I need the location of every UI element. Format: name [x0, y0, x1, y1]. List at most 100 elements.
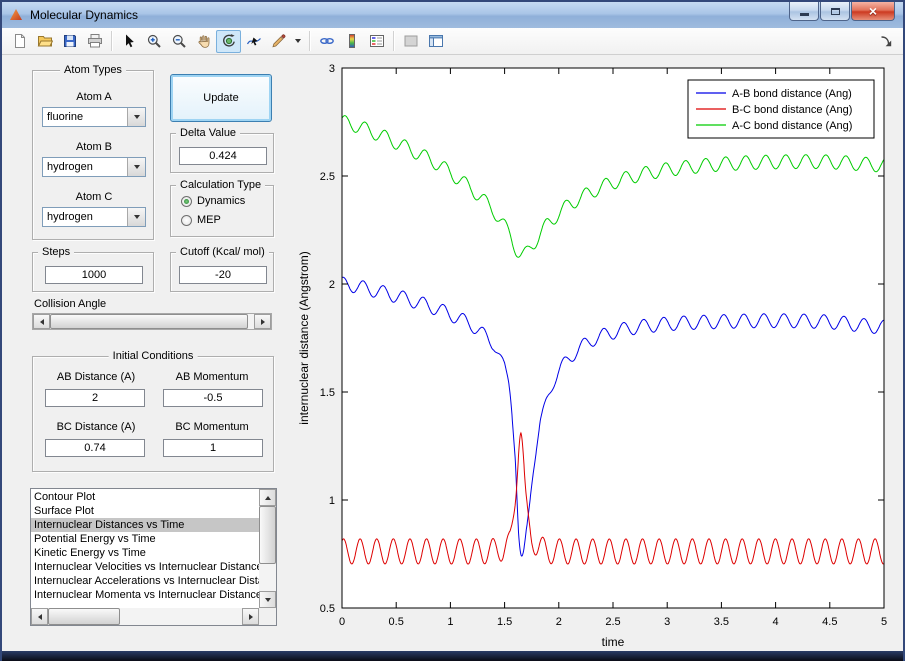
insert-legend-button[interactable]: [364, 30, 389, 53]
list-item[interactable]: Contour Plot: [31, 490, 259, 504]
delta-value-panel: Delta Value: [170, 133, 274, 173]
scroll-left-button[interactable]: [31, 608, 48, 625]
pan-icon: [196, 33, 212, 49]
plot-type-list[interactable]: Contour PlotSurface PlotInternuclear Dis…: [30, 488, 277, 626]
list-item[interactable]: Potential Energy vs Time: [31, 532, 259, 546]
list-item[interactable]: Internuclear Velocities vs Internuclear …: [31, 560, 259, 574]
brush-icon: [271, 33, 287, 49]
update-button[interactable]: Update: [170, 74, 272, 122]
svg-text:A-C bond distance (Ang): A-C bond distance (Ang): [732, 120, 852, 132]
chevron-down-icon: [134, 165, 140, 169]
ab-distance-input[interactable]: [45, 389, 145, 407]
list-item[interactable]: Internuclear Accelerations vs Internucle…: [31, 574, 259, 588]
list-vertical-scrollbar[interactable]: [259, 489, 276, 608]
figure-toolbar: [2, 28, 903, 55]
steps-input[interactable]: [45, 266, 143, 284]
show-plot-tools-button[interactable]: [423, 30, 448, 53]
arrow-up-icon: [265, 496, 271, 500]
scroll-down-button[interactable]: [259, 591, 276, 608]
rotate-3d-button[interactable]: [216, 30, 241, 53]
figure-canvas: Atom Types Atom A fluorine Atom B hydrog…: [2, 55, 903, 651]
brush-button[interactable]: [266, 30, 291, 53]
dock-figure-button[interactable]: [873, 30, 898, 53]
vertical-scroll-thumb[interactable]: [259, 506, 276, 564]
ab-momentum-label: AB Momentum: [157, 371, 267, 383]
pointer-button[interactable]: [116, 30, 141, 53]
svg-text:0: 0: [339, 616, 345, 628]
atom-c-label: Atom C: [33, 191, 155, 203]
list-item[interactable]: Kinetic Energy vs Time: [31, 546, 259, 560]
save-button[interactable]: [57, 30, 82, 53]
maximize-icon: [831, 8, 840, 15]
show-plot-tools-icon: [428, 33, 444, 49]
slider-right-button[interactable]: [254, 314, 271, 329]
svg-text:2: 2: [329, 279, 335, 291]
list-item[interactable]: Internuclear Distances vs Time: [31, 518, 259, 532]
close-button[interactable]: ×: [851, 2, 895, 21]
scroll-up-button[interactable]: [259, 489, 276, 506]
svg-text:internuclear distance (Angstro: internuclear distance (Angstrom): [297, 251, 311, 424]
cutoff-input[interactable]: [179, 266, 267, 284]
plot-type-list-items: Contour PlotSurface PlotInternuclear Dis…: [31, 490, 259, 608]
ab-distance-label: AB Distance (A): [41, 371, 151, 383]
list-horizontal-scrollbar[interactable]: [31, 608, 259, 625]
zoom-out-button[interactable]: [166, 30, 191, 53]
link-plot-button[interactable]: [314, 30, 339, 53]
bc-momentum-input[interactable]: [163, 439, 263, 457]
window-title: Molecular Dynamics: [30, 8, 138, 22]
radio-icon: [181, 196, 192, 207]
toolbar-separator: [393, 31, 394, 51]
scrollbar-corner: [259, 608, 276, 625]
minimize-button[interactable]: [789, 2, 819, 21]
data-cursor-button[interactable]: [241, 30, 266, 53]
svg-text:3: 3: [329, 63, 335, 75]
bc-distance-input[interactable]: [45, 439, 145, 457]
window-titlebar[interactable]: Molecular Dynamics ×: [2, 2, 903, 28]
svg-text:A-B bond distance (Ang): A-B bond distance (Ang): [732, 88, 852, 100]
atom-a-dropdown-button[interactable]: [127, 108, 145, 126]
atom-types-panel: Atom Types Atom A fluorine Atom B hydrog…: [32, 70, 154, 240]
chevron-down-icon: [134, 215, 140, 219]
bc-momentum-label: BC Momentum: [157, 421, 267, 433]
atom-b-select[interactable]: hydrogen: [42, 157, 146, 177]
atom-a-select[interactable]: fluorine: [42, 107, 146, 127]
slider-left-button[interactable]: [33, 314, 50, 329]
dynamics-radio[interactable]: Dynamics: [181, 195, 245, 207]
open-file-button[interactable]: [32, 30, 57, 53]
insert-legend-icon: [369, 33, 385, 49]
list-item[interactable]: Internuclear Momenta vs Internuclear Dis…: [31, 588, 259, 602]
collision-angle-label: Collision Angle: [34, 298, 106, 310]
pan-button[interactable]: [191, 30, 216, 53]
rotate-3d-icon: [221, 33, 237, 49]
mep-radio[interactable]: MEP: [181, 214, 221, 226]
list-item[interactable]: Surface Plot: [31, 504, 259, 518]
collision-angle-slider[interactable]: [32, 313, 272, 330]
save-icon: [62, 33, 78, 49]
hide-plot-tools-icon: [403, 33, 419, 49]
insert-colorbar-button[interactable]: [339, 30, 364, 53]
delta-value-input[interactable]: [179, 147, 267, 165]
plot-area[interactable]: 00.511.522.533.544.550.511.522.53timeint…: [294, 58, 904, 650]
chevron-down-icon: [134, 115, 140, 119]
brush-dropdown-button[interactable]: [291, 29, 305, 54]
hide-plot-tools-button[interactable]: [398, 30, 423, 53]
svg-text:2.5: 2.5: [605, 616, 620, 628]
atom-c-dropdown-button[interactable]: [127, 208, 145, 226]
steps-panel: Steps: [32, 252, 154, 292]
svg-text:0.5: 0.5: [389, 616, 404, 628]
svg-text:1: 1: [447, 616, 453, 628]
new-file-button[interactable]: [7, 30, 32, 53]
atom-c-select[interactable]: hydrogen: [42, 207, 146, 227]
atom-c-value: hydrogen: [43, 208, 127, 226]
scroll-right-button[interactable]: [242, 608, 259, 625]
slider-thumb[interactable]: [50, 314, 248, 329]
bc-distance-label: BC Distance (A): [41, 421, 151, 433]
ab-momentum-input[interactable]: [163, 389, 263, 407]
zoom-in-button[interactable]: [141, 30, 166, 53]
maximize-button[interactable]: [820, 2, 850, 21]
svg-text:2: 2: [556, 616, 562, 628]
print-button[interactable]: [82, 30, 107, 53]
atom-b-dropdown-button[interactable]: [127, 158, 145, 176]
atom-types-title: Atom Types: [60, 64, 126, 77]
horizontal-scroll-thumb[interactable]: [48, 608, 120, 625]
